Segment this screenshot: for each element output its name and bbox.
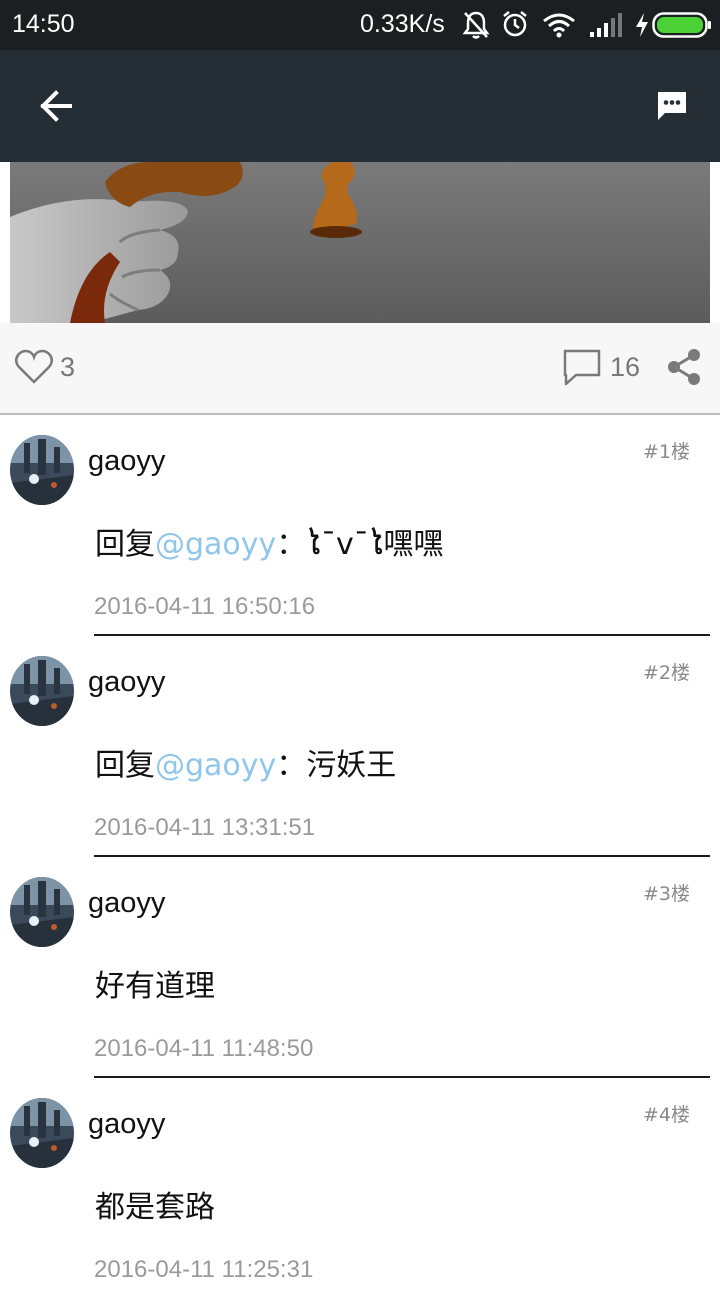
comment-text: 回复@gaoyy：ໄ¯v¯ໄ嘿嘿 <box>95 519 444 563</box>
heart-icon <box>15 349 53 384</box>
comment-body: ：污妖王 <box>276 748 397 783</box>
signal-icon <box>590 13 622 37</box>
post-action-bar: 3 16 <box>0 323 720 415</box>
bell-muted-icon <box>462 11 490 39</box>
floor-number: #1楼 <box>642 441 690 463</box>
comment-text: 回复@gaoyy：污妖王 <box>95 740 396 784</box>
comment-username[interactable]: gaoyy <box>88 887 165 920</box>
reply-prefix: 回复 <box>95 748 155 783</box>
comment-button[interactable]: 16 <box>562 347 640 387</box>
comment-count: 16 <box>610 351 641 382</box>
comment-item[interactable]: gaoyy #3楼 好有道理 2016-04-11 11:48:50 <box>0 857 720 1078</box>
avatar[interactable] <box>10 656 74 726</box>
avatar-image <box>10 435 74 505</box>
floor-number: #3楼 <box>642 883 690 905</box>
avatar[interactable] <box>10 435 74 505</box>
post-image[interactable] <box>10 162 710 323</box>
comment-timestamp: 2016-04-11 16:50:16 <box>94 593 316 620</box>
app-bar <box>0 50 720 162</box>
comment-item[interactable]: gaoyy #2楼 回复@gaoyy：污妖王 2016-04-11 13:31:… <box>0 636 720 857</box>
network-speed: 0.33K/s <box>360 10 445 38</box>
avatar[interactable] <box>10 1098 74 1168</box>
message-icon <box>658 92 686 120</box>
message-button[interactable] <box>640 78 704 134</box>
reply-prefix: 回复 <box>95 527 155 562</box>
avatar-image <box>10 656 74 726</box>
comment-item[interactable]: gaoyy #4楼 都是套路 2016-04-11 11:25:31 <box>0 1078 720 1299</box>
floor-number: #2楼 <box>642 662 690 684</box>
post-image-graphic <box>10 162 710 323</box>
comment-username[interactable]: gaoyy <box>88 666 165 699</box>
charging-icon <box>636 13 648 37</box>
comment-timestamp: 2016-04-11 13:31:51 <box>94 814 316 841</box>
share-icon <box>668 349 700 385</box>
comment-body: ：ໄ¯v¯ໄ嘿嘿 <box>276 527 444 562</box>
comment-timestamp: 2016-04-11 11:48:50 <box>94 1035 314 1062</box>
avatar-image <box>10 1098 74 1168</box>
avatar-image <box>10 877 74 947</box>
comment-body: 好有道理 <box>95 969 215 1004</box>
share-button[interactable] <box>664 347 704 391</box>
status-bar: 14:50 0.33K/s <box>0 0 720 50</box>
arrow-left-icon <box>40 90 72 122</box>
status-time: 14:50 <box>12 10 75 38</box>
wifi-icon <box>543 13 575 38</box>
floor-number: #4楼 <box>642 1104 690 1126</box>
mention-link[interactable]: @gaoyy <box>155 527 276 562</box>
like-button[interactable]: 3 <box>14 347 75 387</box>
comment-icon <box>563 349 601 386</box>
like-count: 3 <box>60 351 76 382</box>
avatar[interactable] <box>10 877 74 947</box>
comment-item[interactable]: gaoyy #1楼 回复@gaoyy：ໄ¯v¯ໄ嘿嘿 2016-04-11 16… <box>0 415 720 636</box>
comment-text: 好有道理 <box>95 961 215 1005</box>
comment-username[interactable]: gaoyy <box>88 445 165 478</box>
back-button[interactable] <box>24 78 88 134</box>
comment-body: 都是套路 <box>95 1190 215 1225</box>
comment-username[interactable]: gaoyy <box>88 1108 165 1141</box>
battery-icon <box>652 12 711 38</box>
alarm-icon <box>503 11 527 37</box>
comment-text: 都是套路 <box>95 1182 215 1226</box>
mention-link[interactable]: @gaoyy <box>155 748 276 783</box>
